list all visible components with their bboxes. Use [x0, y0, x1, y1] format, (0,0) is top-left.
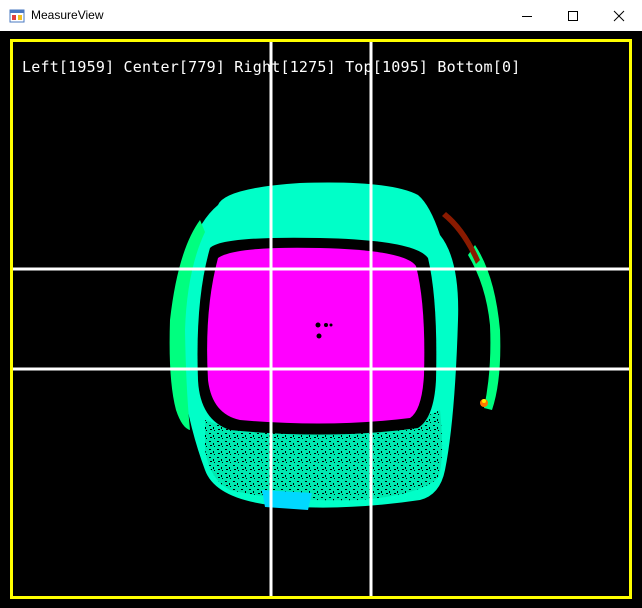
depth-scan-view	[10, 39, 632, 599]
target-marker	[315, 322, 321, 328]
target-marker	[324, 323, 328, 327]
measure-view-window: MeasureView Left[1959] Center[779] Right…	[0, 0, 642, 608]
measurement-readout: Left[1959] Center[779] Right[1275] Top[1…	[22, 58, 521, 76]
target-surface	[207, 247, 425, 424]
scan-hot-spot-center	[482, 399, 486, 403]
target-marker	[316, 333, 322, 339]
target-marker	[329, 323, 333, 327]
